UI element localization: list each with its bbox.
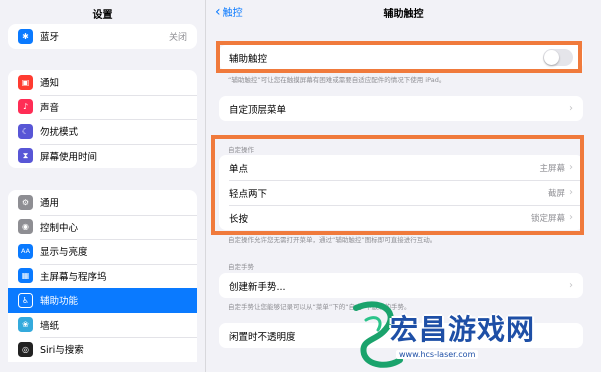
- chevron-right-icon: ›: [569, 162, 573, 173]
- page-title: 辅助触控: [383, 9, 424, 20]
- assistive-touch-note: “辅助触控”可让您在触摸屏幕有困难或需要自适应配件的情况下使用 iPad。: [228, 76, 446, 84]
- customize-top-menu-row[interactable]: 自定顶层菜单 ›: [219, 96, 583, 121]
- sidebar-item-do-not-disturb[interactable]: ☾ 勿扰模式: [8, 119, 197, 144]
- sidebar-item-siri[interactable]: ◎ Siri与搜索: [8, 337, 197, 362]
- action-row-single-tap[interactable]: 单点 主屏幕 ›: [219, 155, 583, 180]
- custom-actions-note: 自定操作允许您无需打开菜单，通过“辅助触控”图标即可直接进行互动。: [228, 236, 437, 244]
- action-row-double-tap[interactable]: 轻点两下 截屏 ›: [219, 180, 583, 205]
- gestures-card: 创建新手势... ›: [219, 273, 583, 298]
- custom-actions-header: 自定操作: [228, 146, 254, 154]
- watermark-url: www.hcs-laser.com: [396, 350, 479, 359]
- moon-icon: ☾: [18, 123, 33, 139]
- accessibility-icon: ♿: [18, 292, 33, 308]
- sidebar-item-label: 声音: [40, 102, 60, 114]
- sidebar-item-bluetooth[interactable]: ✱ 蓝牙 关闭: [8, 24, 197, 49]
- sidebar-item-label: 勿扰模式: [40, 127, 79, 139]
- sidebar-item-display[interactable]: AA 显示与亮度: [8, 239, 197, 264]
- create-gesture-label: 创建新手势...: [229, 281, 286, 293]
- action-value: 主屏幕: [539, 163, 565, 174]
- assistive-touch-label: 辅助触控: [229, 53, 268, 65]
- customize-top-menu-label: 自定顶层菜单: [229, 104, 287, 116]
- display-icon: AA: [18, 243, 33, 259]
- sidebar-item-label: 主屏幕与程序坞: [40, 271, 107, 283]
- sidebar-item-general[interactable]: ⚙ 通用: [8, 190, 197, 215]
- sidebar-item-notifications[interactable]: ▣ 通知: [8, 70, 197, 95]
- sidebar-item-wallpaper[interactable]: ❀ 墙纸: [8, 313, 197, 338]
- sidebar-group-notifications: ▣ 通知 ♪ 声音 ☾ 勿扰模式 ⧗ 屏幕使用时间: [8, 70, 197, 168]
- sidebar-item-label: 蓝牙: [40, 32, 60, 44]
- sidebar-item-label: Siri与搜索: [40, 345, 84, 357]
- chevron-right-icon: ›: [569, 103, 573, 114]
- assistive-touch-card: 辅助触控: [219, 45, 583, 70]
- action-label: 长按: [229, 213, 249, 225]
- bluetooth-icon: ✱: [18, 28, 33, 44]
- sidebar-item-label: 通用: [40, 198, 60, 210]
- action-label: 单点: [229, 163, 249, 175]
- sidebar-title: 设置: [92, 10, 113, 21]
- sidebar-item-accessibility[interactable]: ♿ 辅助功能: [8, 288, 197, 313]
- notification-icon: ▣: [18, 74, 33, 90]
- chevron-right-icon: ›: [569, 212, 573, 223]
- sidebar-item-label: 通知: [40, 78, 60, 90]
- hourglass-icon: ⧗: [18, 148, 33, 164]
- wallpaper-icon: ❀: [18, 317, 33, 333]
- sidebar-group-connectivity: ✱ 蓝牙 关闭: [8, 24, 197, 49]
- action-label: 轻点两下: [229, 188, 268, 200]
- siri-icon: ◎: [18, 341, 33, 357]
- chevron-right-icon: ›: [569, 187, 573, 198]
- watermark: 宏昌游戏网 www.hcs-laser.com: [348, 298, 601, 372]
- sidebar-item-home-screen[interactable]: ▦ 主屏幕与程序坞: [8, 263, 197, 289]
- chevron-right-icon: ›: [569, 280, 573, 291]
- sidebar-item-label: 显示与亮度: [40, 247, 88, 259]
- gestures-header: 自定手势: [228, 263, 254, 271]
- create-gesture-row[interactable]: 创建新手势... ›: [219, 273, 583, 298]
- control-center-icon: ◉: [18, 219, 33, 235]
- assistive-touch-row: 辅助触控: [219, 45, 583, 70]
- top-menu-card: 自定顶层菜单 ›: [219, 96, 583, 121]
- action-value: 锁定屏幕: [530, 213, 565, 224]
- sound-icon: ♪: [18, 99, 33, 115]
- settings-sidebar: 设置 ✱ 蓝牙 关闭 ▣ 通知 ♪ 声音 ☾ 勿扰模式 ⧗ 屏幕使用时间 ⚙ 通…: [0, 0, 206, 372]
- sidebar-item-screen-time[interactable]: ⧗ 屏幕使用时间: [8, 143, 197, 169]
- sidebar-group-general: ⚙ 通用 ◉ 控制中心 AA 显示与亮度 ▦ 主屏幕与程序坞 ♿ 辅助功能 ❀ …: [8, 190, 197, 362]
- home-screen-icon: ▦: [18, 268, 33, 284]
- sidebar-item-label: 辅助功能: [40, 296, 79, 308]
- sidebar-item-label: 墙纸: [40, 320, 60, 332]
- sidebar-item-control-center[interactable]: ◉ 控制中心: [8, 214, 197, 240]
- gear-icon: ⚙: [18, 194, 33, 210]
- assistive-touch-toggle[interactable]: [543, 49, 573, 66]
- sidebar-item-label: 屏幕使用时间: [40, 151, 98, 163]
- action-row-long-press[interactable]: 长按 锁定屏幕 ›: [219, 205, 583, 230]
- bluetooth-status: 关闭: [168, 32, 187, 43]
- sidebar-item-sounds[interactable]: ♪ 声音: [8, 94, 197, 120]
- sidebar-item-label: 控制中心: [40, 222, 79, 234]
- custom-actions-card: 单点 主屏幕 › 轻点两下 截屏 › 长按 锁定屏幕 ›: [219, 155, 583, 230]
- action-value: 截屏: [547, 188, 565, 199]
- watermark-text: 宏昌游戏网: [390, 313, 536, 346]
